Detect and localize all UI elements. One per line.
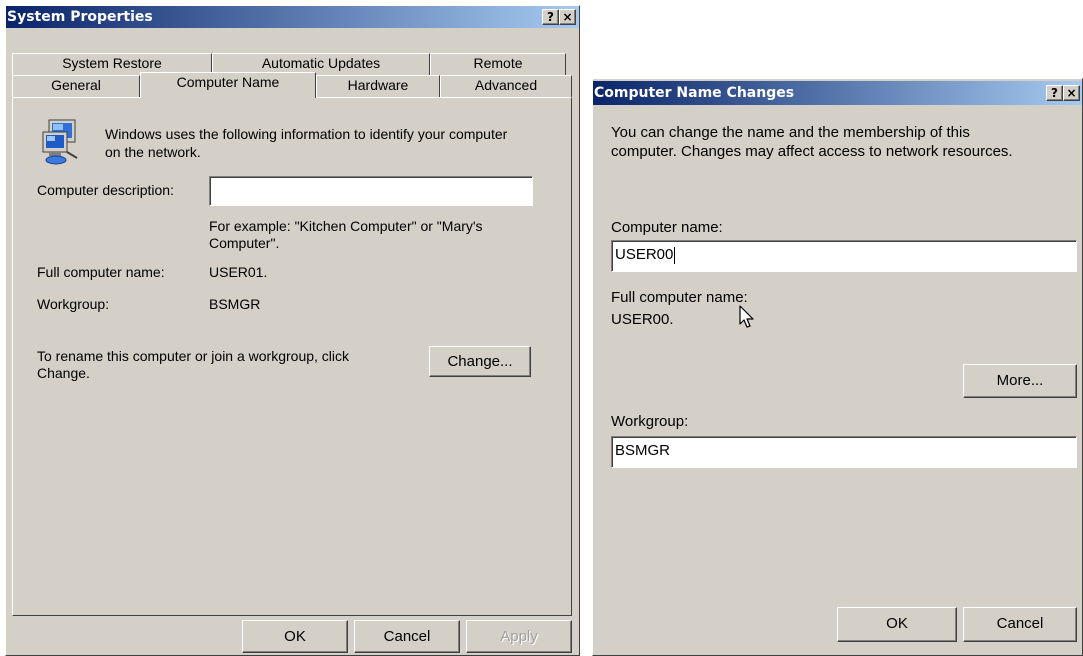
intro-line-2: computer. Changes may affect access to n…: [611, 143, 1013, 160]
tab-advanced[interactable]: Advanced: [440, 75, 572, 97]
window-title: Computer Name Changes: [594, 85, 795, 101]
workgroup-label: Workgroup:: [37, 296, 110, 312]
example-line-2: Computer".: [209, 235, 280, 251]
computer-name-label: Computer name:: [611, 219, 723, 236]
help-icon: ?: [1051, 86, 1058, 100]
tab-computer-name[interactable]: Computer Name: [140, 72, 316, 98]
text-caret: [674, 246, 676, 264]
more-button[interactable]: More...: [963, 364, 1077, 398]
computer-name-changes-titlebar[interactable]: Computer Name Changes: [593, 81, 1082, 105]
full-name-value: USER00.: [611, 311, 674, 328]
tab-hardware[interactable]: Hardware: [316, 75, 440, 97]
intro-line-1: Windows uses the following information t…: [105, 126, 508, 142]
ok-button[interactable]: OK: [242, 620, 348, 653]
intro-text: You can change the name and the membersh…: [611, 123, 1013, 161]
tab-label: General: [51, 77, 101, 93]
full-name-label: Full computer name:: [611, 289, 748, 306]
ok-button[interactable]: OK: [837, 607, 957, 642]
tab-label: Hardware: [347, 77, 409, 93]
help-button[interactable]: ?: [542, 9, 559, 25]
tab-general[interactable]: General: [12, 75, 140, 97]
mouse-pointer-icon: [739, 305, 754, 328]
tab-label: Remote: [473, 55, 523, 71]
workgroup-label: Workgroup:: [611, 413, 689, 430]
tab-label: Computer Name: [176, 74, 280, 90]
computer-name-input[interactable]: USER00: [611, 240, 1077, 272]
intro-line-2: on the network.: [105, 144, 201, 160]
computer-description-input[interactable]: [209, 176, 533, 206]
rename-text: To rename this computer or join a workgr…: [37, 348, 349, 382]
rename-line-2: Change.: [37, 365, 90, 381]
rename-line-1: To rename this computer or join a workgr…: [37, 348, 350, 364]
intro-line-1: You can change the name and the membersh…: [611, 124, 970, 141]
computer-name-changes-window: Computer Name Changes ? × You can change…: [592, 78, 1083, 656]
tab-label: Advanced: [474, 77, 538, 93]
close-icon: ×: [562, 10, 573, 24]
tab-remote[interactable]: Remote: [430, 53, 566, 75]
system-properties-window: System Properties ? × System Restore Aut…: [5, 5, 580, 656]
apply-button[interactable]: Apply: [466, 620, 572, 653]
change-button[interactable]: Change...: [429, 346, 531, 377]
example-line-1: For example: "Kitchen Computer" or "Mary…: [209, 218, 483, 234]
cancel-button[interactable]: Cancel: [354, 620, 460, 653]
tab-label: System Restore: [62, 55, 162, 71]
workgroup-input[interactable]: BSMGR: [611, 436, 1077, 468]
close-icon: ×: [1066, 86, 1077, 100]
close-button[interactable]: ×: [559, 9, 576, 25]
description-label: Computer description:: [37, 182, 174, 198]
system-properties-titlebar[interactable]: System Properties: [6, 6, 579, 28]
computer-name-value: USER00: [615, 246, 674, 263]
help-icon: ?: [547, 10, 554, 24]
full-name-value: USER01.: [209, 264, 268, 280]
help-button[interactable]: ?: [1046, 85, 1063, 101]
workgroup-value: BSMGR: [209, 296, 261, 312]
full-name-label: Full computer name:: [37, 264, 165, 280]
intro-text: Windows uses the following information t…: [105, 125, 507, 161]
example-text: For example: "Kitchen Computer" or "Mary…: [209, 218, 483, 252]
computer-network-icon: [37, 118, 87, 168]
window-title: System Properties: [7, 9, 153, 25]
tab-label: Automatic Updates: [261, 55, 381, 71]
computer-name-panel: Windows uses the following information t…: [12, 97, 572, 616]
close-button[interactable]: ×: [1063, 85, 1080, 101]
cancel-button[interactable]: Cancel: [963, 607, 1077, 642]
